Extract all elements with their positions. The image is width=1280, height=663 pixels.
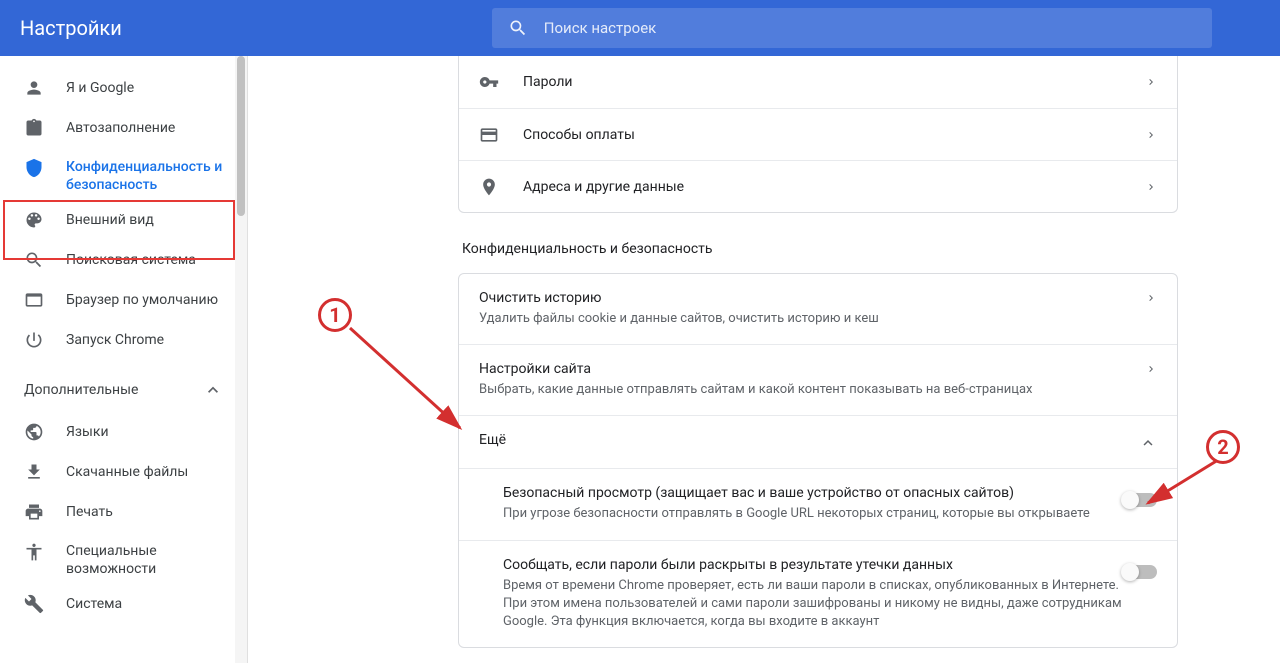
content-area: Пароли Способы оплаты Адреса и другие да…	[248, 56, 1280, 663]
chevron-up-icon	[1139, 434, 1157, 452]
download-icon	[24, 462, 44, 482]
credit-card-icon	[479, 125, 499, 145]
sidebar-item-system[interactable]: Система	[0, 584, 247, 624]
row-safe-browsing[interactable]: Безопасный просмотр (защищает вас и ваше…	[459, 468, 1177, 539]
row-addresses[interactable]: Адреса и другие данные	[459, 160, 1177, 212]
search-icon	[508, 18, 528, 38]
browser-icon	[24, 290, 44, 310]
sidebar-item-label: Специальные возможности	[66, 542, 223, 578]
chevron-up-icon	[203, 380, 223, 400]
toggle-password-leak[interactable]	[1123, 565, 1157, 579]
setting-title: Безопасный просмотр (защищает вас и ваше…	[503, 485, 1123, 501]
sidebar-item-label: Внешний вид	[66, 212, 154, 228]
setting-desc: Время от времени Chrome проверяет, есть …	[503, 577, 1123, 632]
wrench-icon	[24, 594, 44, 614]
sidebar-section-advanced[interactable]: Дополнительные	[0, 368, 247, 412]
power-icon	[24, 330, 44, 350]
setting-desc: Удалить файлы cookie и данные сайтов, оч…	[479, 310, 1145, 328]
sidebar-item-label: Языки	[66, 424, 109, 440]
setting-desc: При угрозе безопасности отправлять в Goo…	[503, 505, 1123, 523]
sidebar-item-label: Конфиденциальность и безопасность	[66, 158, 223, 194]
accessibility-icon	[24, 542, 44, 562]
row-more[interactable]: Ещё	[459, 415, 1177, 468]
row-label: Адреса и другие данные	[523, 179, 1145, 195]
chevron-right-icon	[1145, 76, 1157, 88]
sidebar-scrollbar[interactable]	[235, 56, 247, 663]
search-icon	[24, 250, 44, 270]
sidebar-item-privacy-security[interactable]: Конфиденциальность и безопасность	[0, 148, 247, 200]
annotation-marker-1: 1	[318, 298, 352, 332]
palette-icon	[24, 210, 44, 230]
row-password-leak[interactable]: Сообщать, если пароли были раскрыты в ре…	[459, 540, 1177, 648]
app-title: Настройки	[20, 16, 122, 40]
setting-desc: Выбрать, какие данные отправлять сайтам …	[479, 381, 1145, 399]
privacy-card: Очистить историю Удалить файлы cookie и …	[458, 273, 1178, 648]
chevron-right-icon	[1145, 129, 1157, 141]
sidebar-item-you-and-google[interactable]: Я и Google	[0, 68, 247, 108]
row-label: Пароли	[523, 74, 1145, 90]
sidebar-item-default-browser[interactable]: Браузер по умолчанию	[0, 280, 247, 320]
row-label: Способы оплаты	[523, 127, 1145, 143]
app-header: Настройки	[0, 0, 1280, 56]
row-site-settings[interactable]: Настройки сайта Выбрать, какие данные от…	[459, 344, 1177, 415]
toggle-safe-browsing[interactable]	[1123, 493, 1157, 507]
sidebar-item-downloads[interactable]: Скачанные файлы	[0, 452, 247, 492]
setting-title: Ещё	[479, 432, 1139, 448]
sidebar-item-on-startup[interactable]: Запуск Chrome	[0, 320, 247, 360]
row-passwords[interactable]: Пароли	[459, 56, 1177, 108]
sidebar-item-label: Скачанные файлы	[66, 464, 188, 480]
sidebar-section-label: Дополнительные	[24, 382, 138, 398]
sidebar-item-search-engine[interactable]: Поисковая система	[0, 240, 247, 280]
sidebar-item-autofill[interactable]: Автозаполнение	[0, 108, 247, 148]
setting-title: Сообщать, если пароли были раскрыты в ре…	[503, 557, 1123, 573]
search-container[interactable]	[492, 8, 1212, 48]
sidebar-item-appearance[interactable]: Внешний вид	[0, 200, 247, 240]
setting-title: Очистить историю	[479, 290, 1145, 306]
sidebar-item-label: Я и Google	[66, 80, 134, 96]
annotation-marker-2: 2	[1206, 430, 1240, 464]
print-icon	[24, 502, 44, 522]
sidebar-item-languages[interactable]: Языки	[0, 412, 247, 452]
autofill-card: Пароли Способы оплаты Адреса и другие да…	[458, 56, 1178, 213]
sidebar-item-accessibility[interactable]: Специальные возможности	[0, 532, 247, 584]
sidebar-item-label: Поисковая система	[66, 252, 196, 268]
setting-title: Настройки сайта	[479, 361, 1145, 377]
chevron-right-icon	[1145, 292, 1157, 304]
clipboard-icon	[24, 118, 44, 138]
section-title-privacy: Конфиденциальность и безопасность	[458, 241, 1178, 257]
sidebar: Я и Google Автозаполнение Конфиденциальн…	[0, 56, 248, 663]
location-icon	[479, 177, 499, 197]
row-payment-methods[interactable]: Способы оплаты	[459, 108, 1177, 160]
chevron-right-icon	[1145, 181, 1157, 193]
person-icon	[24, 78, 44, 98]
sidebar-item-label: Браузер по умолчанию	[66, 292, 218, 308]
globe-icon	[24, 422, 44, 442]
sidebar-item-label: Запуск Chrome	[66, 332, 164, 348]
sidebar-item-label: Печать	[66, 504, 113, 520]
row-clear-browsing-data[interactable]: Очистить историю Удалить файлы cookie и …	[459, 274, 1177, 344]
sidebar-item-label: Система	[66, 596, 122, 612]
sidebar-item-label: Автозаполнение	[66, 120, 175, 136]
chevron-right-icon	[1145, 363, 1157, 375]
sidebar-item-printing[interactable]: Печать	[0, 492, 247, 532]
shield-icon	[24, 158, 44, 178]
search-input[interactable]	[544, 19, 1196, 37]
key-icon	[479, 72, 499, 92]
